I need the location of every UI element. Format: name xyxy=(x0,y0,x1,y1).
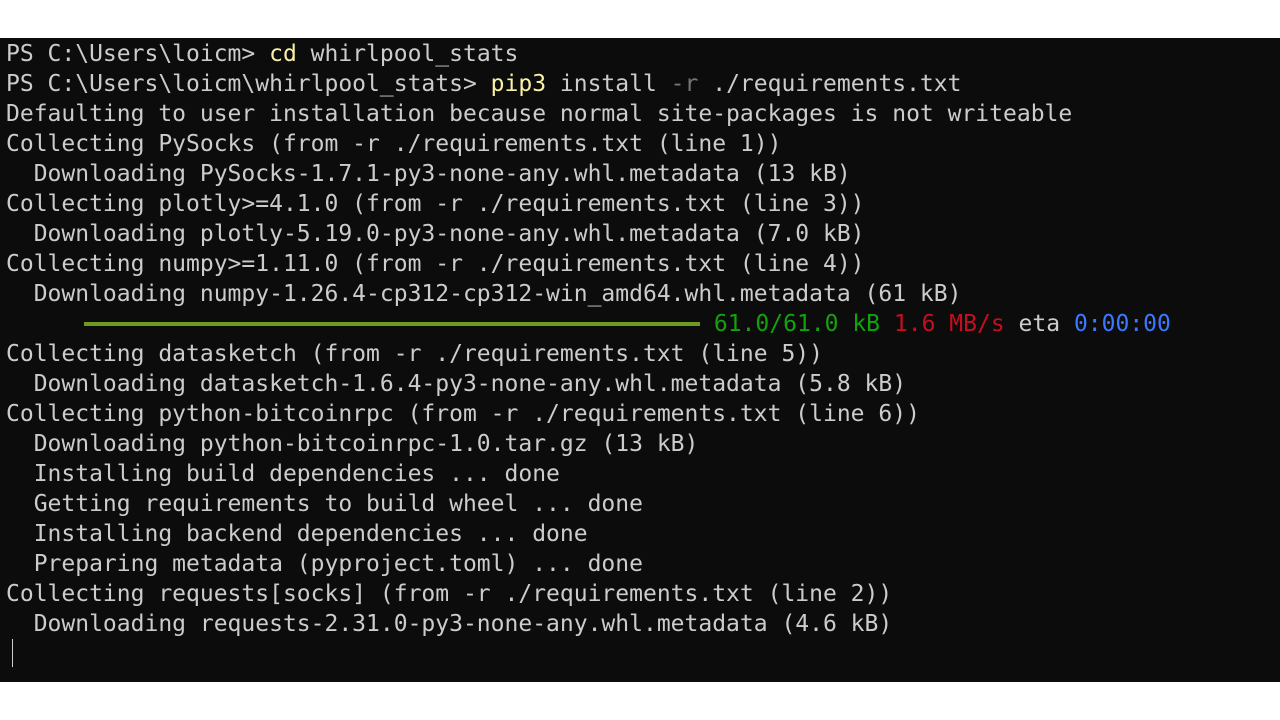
eta-value: 0:00:00 xyxy=(1073,311,1171,337)
command-args: ./requirements.txt xyxy=(698,71,962,97)
terminal-input-line[interactable] xyxy=(6,639,1280,669)
terminal-line: Getting requirements to build wheel ... … xyxy=(6,491,643,517)
download-speed: 1.6 MB/s xyxy=(893,311,1005,337)
prompt: PS C:\Users\loicm> xyxy=(6,41,270,67)
command-args: whirlpool_stats xyxy=(296,41,519,67)
command: pip3 xyxy=(490,71,547,97)
terminal-line: Collecting python-bitcoinrpc (from -r ./… xyxy=(6,401,920,427)
terminal-line: Downloading python-bitcoinrpc-1.0.tar.gz… xyxy=(6,431,699,457)
text-cursor xyxy=(12,639,13,667)
terminal-line: Installing build dependencies ... done xyxy=(6,461,560,487)
download-progress-line: 61.0/61.0 kB 1.6 MB/s eta 0:00:00 xyxy=(6,309,1280,339)
prompt: PS C:\Users\loicm\whirlpool_stats> xyxy=(6,71,491,97)
terminal-line: Collecting numpy>=1.11.0 (from -r ./requ… xyxy=(6,251,865,277)
terminal-line: Downloading datasketch-1.6.4-py3-none-an… xyxy=(6,371,907,397)
terminal-line: Downloading requests-2.31.0-py3-none-any… xyxy=(6,611,893,637)
terminal-line: Collecting datasketch (from -r ./require… xyxy=(6,341,823,367)
command-args: install xyxy=(546,71,671,97)
terminal-line: Downloading numpy-1.26.4-cp312-cp312-win… xyxy=(6,281,962,307)
terminal-window[interactable]: PS C:\Users\loicm> cd whirlpool_stats PS… xyxy=(0,38,1280,682)
terminal-output: PS C:\Users\loicm> cd whirlpool_stats PS… xyxy=(6,39,1280,669)
command: cd xyxy=(269,41,297,67)
eta-label: eta xyxy=(1018,311,1061,337)
terminal-line: Downloading PySocks-1.7.1-py3-none-any.w… xyxy=(6,161,851,187)
terminal-line: PS C:\Users\loicm> cd whirlpool_stats xyxy=(6,39,1280,69)
terminal-line: Collecting requests[socks] (from -r ./re… xyxy=(6,581,893,607)
progress-bar xyxy=(84,309,700,339)
terminal-line: PS C:\Users\loicm\whirlpool_stats> pip3 … xyxy=(6,69,1280,99)
terminal-line: Preparing metadata (pyproject.toml) ... … xyxy=(6,551,643,577)
terminal-line: Collecting PySocks (from -r ./requiremen… xyxy=(6,131,782,157)
command-flag: -r xyxy=(670,71,699,97)
download-size: 61.0/61.0 kB xyxy=(713,311,881,337)
terminal-line: Downloading plotly-5.19.0-py3-none-any.w… xyxy=(6,221,865,247)
terminal-line: Defaulting to user installation because … xyxy=(6,101,1073,127)
progress-bar-fill xyxy=(84,322,700,326)
terminal-line: Installing backend dependencies ... done xyxy=(6,521,588,547)
terminal-line: Collecting plotly>=4.1.0 (from -r ./requ… xyxy=(6,191,865,217)
